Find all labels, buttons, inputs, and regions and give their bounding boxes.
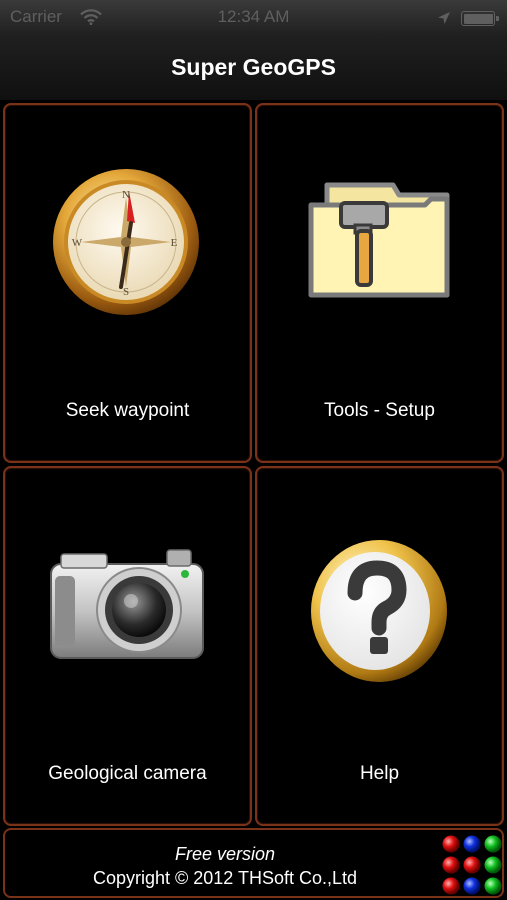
tools-setup-label: Tools - Setup — [324, 400, 435, 421]
compass-west-label: W — [72, 237, 83, 249]
compass-icon: N S W E — [51, 167, 201, 322]
clock: 12:34 AM — [217, 7, 290, 26]
location-arrow-icon — [437, 10, 451, 30]
geological-camera-button[interactable]: Geological camera — [3, 466, 252, 826]
help-icon — [309, 538, 449, 689]
tools-folder-icon — [305, 177, 455, 312]
seek-waypoint-label: Seek waypoint — [65, 400, 190, 421]
geological-camera-label: Geological camera — [48, 763, 207, 784]
battery-icon — [461, 11, 499, 26]
camera-icon — [49, 546, 205, 671]
colored-dots-icon[interactable] — [441, 834, 503, 896]
page-title: Super GeoGPS — [171, 54, 336, 80]
edition-label: Free version — [174, 844, 276, 864]
compass-north-label: N — [122, 189, 130, 201]
copyright-label: Copyright © 2012 THSoft Co.,Ltd — [92, 868, 358, 888]
help-label: Help — [359, 763, 400, 784]
help-button[interactable]: Help — [255, 466, 504, 826]
seek-waypoint-button[interactable]: N S W E Seek waypoint — [3, 103, 252, 463]
app-header: Carrier 12:34 AM Super GeoGPS — [0, 0, 507, 100]
tools-setup-button[interactable]: Tools - Setup — [255, 103, 504, 463]
footer: Free version Copyright © 2012 THSoft Co.… — [3, 828, 504, 898]
status-bar: Carrier 12:34 AM — [0, 0, 507, 36]
compass-east-label: E — [171, 237, 178, 249]
compass-south-label: S — [123, 286, 129, 298]
